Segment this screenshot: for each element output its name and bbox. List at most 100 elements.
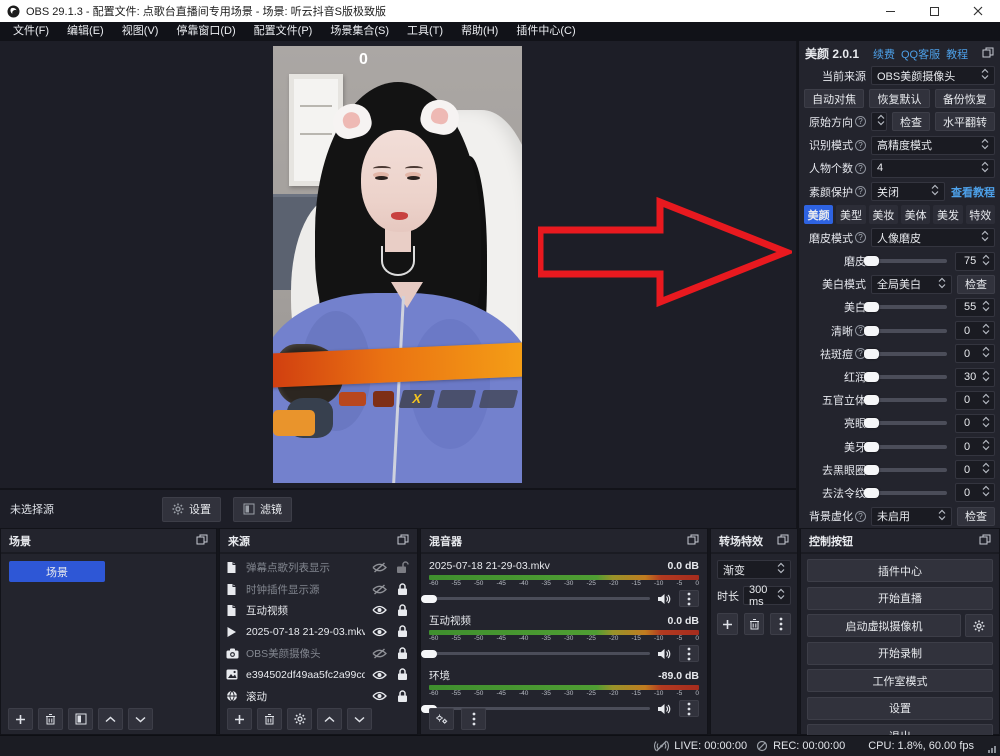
help-icon[interactable] <box>855 186 866 197</box>
beauty-slider[interactable] <box>871 305 947 309</box>
menu-item[interactable]: 工具(T) <box>398 22 452 41</box>
move-up-button[interactable] <box>317 708 342 730</box>
source-filters-button[interactable]: 滤镜 <box>233 497 292 522</box>
popout-icon[interactable] <box>196 534 208 548</box>
source-row[interactable]: 互动视频 <box>220 600 417 621</box>
remove-source-button[interactable] <box>257 708 282 730</box>
beauty-slider[interactable] <box>871 468 947 472</box>
beauty-slider[interactable] <box>871 259 947 263</box>
slider-handle[interactable] <box>864 349 879 359</box>
slider-handle[interactable] <box>864 488 879 498</box>
source-properties-button[interactable]: 设置 <box>162 497 221 522</box>
preview-area[interactable]: 0 X <box>0 41 796 488</box>
smooth-mode-dropdown[interactable]: 人像磨皮 <box>871 228 995 247</box>
beauty-action-button[interactable]: 备份恢复 <box>935 89 995 108</box>
volume-slider[interactable] <box>429 652 650 655</box>
visibility-toggle-icon[interactable] <box>371 562 388 573</box>
beauty-tab[interactable]: 美型 <box>836 205 865 224</box>
menu-item[interactable]: 停靠窗口(D) <box>167 22 244 41</box>
control-button[interactable]: 开始直播 <box>807 587 993 610</box>
popout-icon[interactable] <box>397 534 409 548</box>
slider-value-box[interactable]: 55 <box>955 298 995 317</box>
add-scene-button[interactable] <box>8 708 33 730</box>
lock-toggle-icon[interactable] <box>394 561 411 574</box>
virtual-cam-settings-button[interactable] <box>965 614 993 637</box>
move-up-button[interactable] <box>98 708 123 730</box>
lock-toggle-icon[interactable] <box>394 690 411 703</box>
transition-type-dropdown[interactable]: 渐变 <box>717 560 791 579</box>
volume-handle[interactable] <box>421 650 437 658</box>
menu-item[interactable]: 文件(F) <box>4 22 58 41</box>
protect-dropdown[interactable]: 关闭 <box>871 182 945 201</box>
scene-filters-button[interactable] <box>68 708 93 730</box>
control-button[interactable]: 工作室模式 <box>807 669 993 692</box>
minimize-button[interactable] <box>868 0 912 22</box>
beauty-link[interactable]: 续费 <box>873 46 895 62</box>
maximize-button[interactable] <box>912 0 956 22</box>
speaker-icon[interactable] <box>657 593 672 605</box>
current-source-dropdown[interactable]: OBS美颜摄像头 <box>871 66 995 85</box>
channel-menu-button[interactable] <box>679 645 699 662</box>
bgblur-check-button[interactable]: 检查 <box>957 507 995 526</box>
source-properties-button[interactable] <box>287 708 312 730</box>
orientation-check-button[interactable]: 检查 <box>892 112 930 131</box>
move-down-button[interactable] <box>347 708 372 730</box>
lock-toggle-icon[interactable] <box>394 583 411 596</box>
source-row[interactable]: 时钟插件显示源 <box>220 578 417 599</box>
slider-handle[interactable] <box>864 465 879 475</box>
help-icon[interactable] <box>855 163 866 174</box>
slider-value-box[interactable]: 0 <box>955 460 995 479</box>
add-transition-button[interactable] <box>717 613 738 635</box>
bgblur-dropdown[interactable]: 未启用 <box>871 507 952 526</box>
slider-value-box[interactable]: 0 <box>955 483 995 502</box>
beauty-slider[interactable] <box>871 329 947 333</box>
source-row[interactable]: 滚动 <box>220 685 417 706</box>
advanced-audio-button[interactable] <box>429 708 454 730</box>
slider-value-box[interactable]: 0 <box>955 344 995 363</box>
popout-icon[interactable] <box>687 534 699 548</box>
visibility-toggle-icon[interactable] <box>371 627 388 637</box>
help-icon[interactable] <box>855 511 866 522</box>
menu-item[interactable]: 插件中心(C) <box>507 22 584 41</box>
menu-item[interactable]: 配置文件(P) <box>245 22 322 41</box>
source-row[interactable]: 2025-07-18 21-29-03.mkv <box>220 621 417 642</box>
help-icon[interactable] <box>855 140 866 151</box>
beauty-tab[interactable]: 美颜 <box>804 205 833 224</box>
slider-value-box[interactable]: 0 <box>955 391 995 410</box>
beauty-tab[interactable]: 美体 <box>901 205 930 224</box>
mixer-menu-button[interactable] <box>461 708 486 730</box>
menu-item[interactable]: 视图(V) <box>113 22 168 41</box>
popout-icon[interactable] <box>982 47 994 61</box>
slider-value-box[interactable]: 0 <box>955 414 995 433</box>
slider-handle[interactable] <box>864 302 879 312</box>
beauty-slider[interactable] <box>871 398 947 402</box>
beauty-slider[interactable] <box>871 375 947 379</box>
volume-handle[interactable] <box>421 595 437 603</box>
beauty-tab[interactable]: 美发 <box>933 205 962 224</box>
remove-scene-button[interactable] <box>38 708 63 730</box>
lock-toggle-icon[interactable] <box>394 647 411 660</box>
visibility-toggle-icon[interactable] <box>371 670 388 680</box>
lock-toggle-icon[interactable] <box>394 604 411 617</box>
orientation-dropdown[interactable]: 上 <box>871 112 887 131</box>
help-icon[interactable] <box>855 232 866 243</box>
lock-toggle-icon[interactable] <box>394 625 411 638</box>
slider-handle[interactable] <box>864 256 879 266</box>
beauty-slider[interactable] <box>871 445 947 449</box>
visibility-toggle-icon[interactable] <box>371 691 388 701</box>
beauty-slider[interactable] <box>871 352 947 356</box>
source-row[interactable]: OBS美颜摄像头 <box>220 643 417 664</box>
beauty-slider[interactable] <box>871 421 947 425</box>
close-button[interactable] <box>956 0 1000 22</box>
slider-value-box[interactable]: 0 <box>955 321 995 340</box>
source-row[interactable]: e394502df49aa5fc2a99cd2e7c <box>220 664 417 685</box>
speaker-icon[interactable] <box>657 648 672 660</box>
slider-handle[interactable] <box>864 372 879 382</box>
control-button[interactable]: 启动虚拟摄像机 <box>807 614 961 637</box>
menu-item[interactable]: 场景集合(S) <box>321 22 398 41</box>
tutorial-link[interactable]: 查看教程 <box>951 184 995 200</box>
visibility-toggle-icon[interactable] <box>371 648 388 659</box>
slider-handle[interactable] <box>864 326 879 336</box>
beauty-slider[interactable] <box>871 491 947 495</box>
speaker-icon[interactable] <box>657 703 672 715</box>
